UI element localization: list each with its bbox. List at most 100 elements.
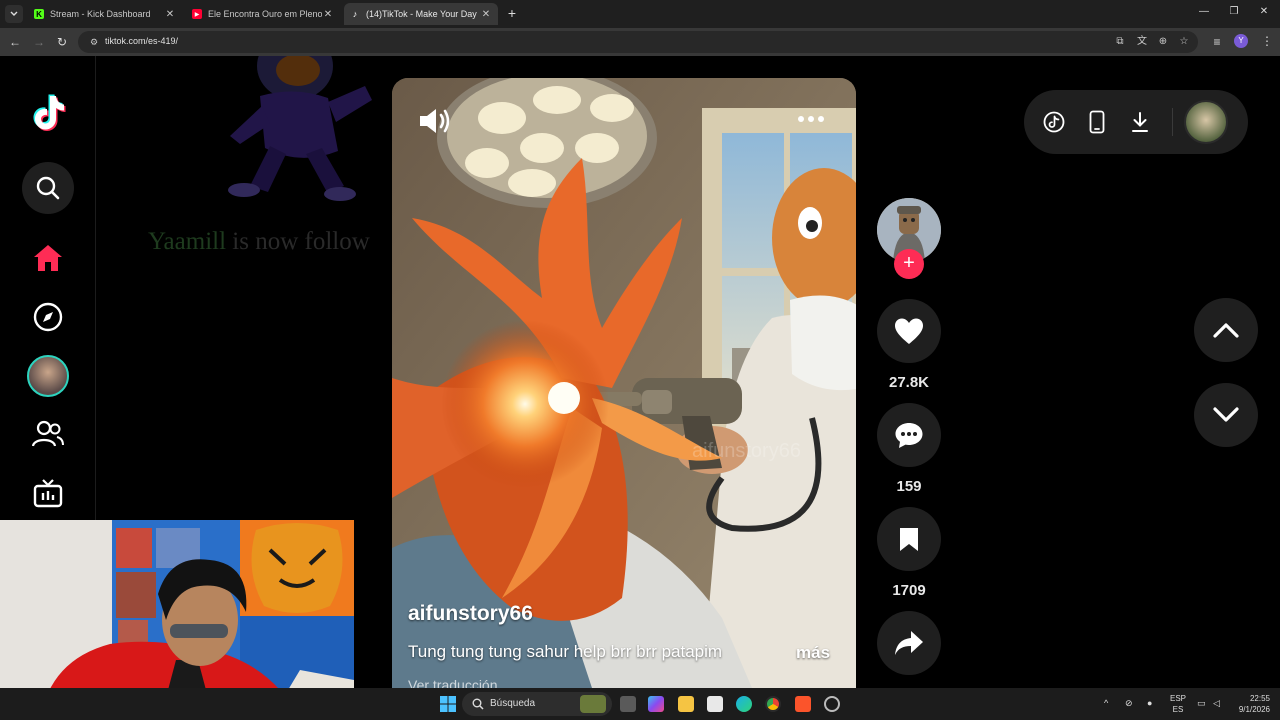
download-button[interactable]: [1128, 110, 1152, 134]
user-profile-avatar[interactable]: [1184, 100, 1228, 144]
site-info-icon[interactable]: ⚙: [88, 36, 100, 48]
get-app-button[interactable]: [1085, 110, 1109, 134]
search-highlight-image: [580, 695, 606, 713]
network-off-icon[interactable]: ⊘: [1125, 698, 1133, 709]
heart-icon: [895, 318, 923, 344]
brave-icon[interactable]: [795, 696, 811, 712]
friends-icon: [32, 420, 64, 447]
comment-button[interactable]: [877, 403, 941, 467]
nav-home[interactable]: [22, 232, 74, 284]
see-translation-link[interactable]: Ver traducción: [408, 677, 498, 688]
stream-follow-alert: Yaamill is now follow: [148, 228, 370, 256]
tiktok-logo-icon[interactable]: [28, 92, 68, 132]
download-icon: [1132, 112, 1148, 132]
tab-close-icon[interactable]: ✕: [164, 9, 176, 20]
taskbar-search[interactable]: Búsqueda: [462, 692, 612, 716]
save-button[interactable]: [877, 507, 941, 571]
profile-avatar[interactable]: Y: [1234, 34, 1248, 48]
tab-kick-dashboard[interactable]: K Stream - Kick Dashboard ✕: [28, 3, 182, 25]
video-player[interactable]: aifunstory66 aifunstory66 Tung tung tung…: [392, 78, 856, 688]
tiktok-icon: ♪: [352, 9, 358, 19]
task-view-icon[interactable]: [620, 696, 636, 712]
speaker-icon[interactable]: ◁: [1213, 698, 1220, 709]
bookmark-icon: [900, 528, 918, 551]
close-window-icon[interactable]: ✕: [1257, 6, 1271, 17]
restore-icon[interactable]: ❐: [1227, 6, 1241, 17]
clock-date: 9/1/2026: [1238, 705, 1270, 714]
share-arrow-icon: [895, 631, 923, 655]
region-code: ES: [1172, 705, 1184, 714]
clock-time: 22:55: [1249, 694, 1270, 703]
translate-icon[interactable]: 文: [1136, 36, 1148, 48]
kick-icon: K: [34, 9, 44, 19]
back-icon[interactable]: ←: [7, 34, 23, 50]
tab-title: Stream - Kick Dashboard: [50, 9, 151, 19]
minimize-icon[interactable]: —: [1197, 6, 1211, 17]
bookmark-star-icon[interactable]: ☆: [1178, 36, 1190, 48]
taskbar-search-label: Búsqueda: [490, 698, 536, 709]
follow-message: is now follow: [226, 228, 370, 255]
video-author-username[interactable]: aifunstory66: [408, 602, 533, 626]
tab-title: Ele Encontra Ouro em Pleno Dia: [208, 9, 322, 19]
volume-icon[interactable]: [418, 106, 452, 136]
live-tv-icon: [33, 479, 63, 508]
microsoft-store-icon[interactable]: [707, 696, 723, 712]
like-count: 27.8K: [888, 374, 930, 391]
url-text: tiktok.com/es-419/: [105, 36, 179, 46]
video-frame-image: [392, 78, 856, 688]
follower-name: Yaamill: [148, 228, 227, 255]
edge-icon[interactable]: [736, 696, 752, 712]
chrome-icon[interactable]: [765, 696, 781, 712]
address-bar[interactable]: ⚙ tiktok.com/es-419/ ⧉ 文 ⊕ ☆: [78, 31, 1198, 53]
forward-icon[interactable]: →: [31, 34, 47, 50]
new-tab-button[interactable]: +: [504, 5, 520, 21]
install-app-icon[interactable]: ⧉: [1114, 36, 1126, 48]
wifi-icon[interactable]: ▭: [1197, 698, 1206, 709]
nav-following-avatar[interactable]: [27, 355, 69, 397]
share-button[interactable]: [877, 611, 941, 675]
file-explorer-icon[interactable]: [678, 696, 694, 712]
video-watermark: aifunstory66: [692, 440, 801, 462]
input-language[interactable]: ESP ES: [1168, 693, 1188, 715]
tab-title: (14)TikTok - Make Your Day: [366, 9, 477, 19]
toolbar-divider: [1172, 108, 1173, 136]
nav-friends[interactable]: [22, 408, 74, 460]
language-code: ESP: [1169, 694, 1186, 703]
search-icon: [36, 176, 60, 200]
like-button[interactable]: [877, 299, 941, 363]
chevron-down-icon: [10, 11, 18, 16]
tiktok-coins-button[interactable]: [1042, 110, 1066, 134]
browser-tab-strip: K Stream - Kick Dashboard ✕ ▶ Ele Encont…: [0, 0, 1280, 28]
chevron-up-icon: [1213, 323, 1239, 338]
tab-search-button[interactable]: [5, 5, 23, 23]
caption-more-link[interactable]: más: [796, 643, 830, 663]
nav-live[interactable]: [22, 467, 74, 519]
nav-explore[interactable]: [22, 291, 74, 343]
tab-tiktok[interactable]: ♪ (14)TikTok - Make Your Day ✕: [344, 3, 498, 25]
phone-icon: [1089, 110, 1105, 134]
system-clock[interactable]: 22:55 9/1/2026: [1226, 693, 1270, 715]
media-controls-icon[interactable]: ≡: [1209, 34, 1225, 50]
browser-menu-icon[interactable]: ⋮: [1261, 34, 1273, 48]
video-caption: Tung tung tung sahur help brr brr patapi…: [408, 642, 723, 661]
more-options-icon[interactable]: [798, 116, 828, 124]
tab-youtube-video[interactable]: ▶ Ele Encontra Ouro em Pleno Dia ✕: [186, 3, 340, 25]
obs-icon[interactable]: [824, 696, 840, 712]
search-icon: [472, 698, 484, 710]
previous-video-button[interactable]: [1194, 298, 1258, 362]
comment-count: 159: [896, 478, 922, 495]
zoom-icon[interactable]: ⊕: [1157, 36, 1169, 48]
reload-icon[interactable]: ↻: [54, 34, 70, 50]
follow-button[interactable]: +: [894, 249, 924, 279]
compass-icon: [33, 302, 63, 332]
browser-toolbar: ← → ↻ ⚙ tiktok.com/es-419/ ⧉ 文 ⊕ ☆ ≡ Y ⋮: [0, 28, 1280, 56]
microphone-icon[interactable]: ●: [1147, 698, 1152, 708]
next-video-button[interactable]: [1194, 383, 1258, 447]
search-button[interactable]: [22, 162, 74, 214]
tiktok-circle-icon: [1043, 111, 1065, 133]
windows-start-icon[interactable]: [440, 696, 456, 712]
copilot-icon[interactable]: [648, 696, 664, 712]
tab-close-icon[interactable]: ✕: [322, 9, 334, 20]
tray-overflow-icon[interactable]: ^: [1104, 698, 1108, 708]
tab-close-icon[interactable]: ✕: [480, 9, 492, 20]
